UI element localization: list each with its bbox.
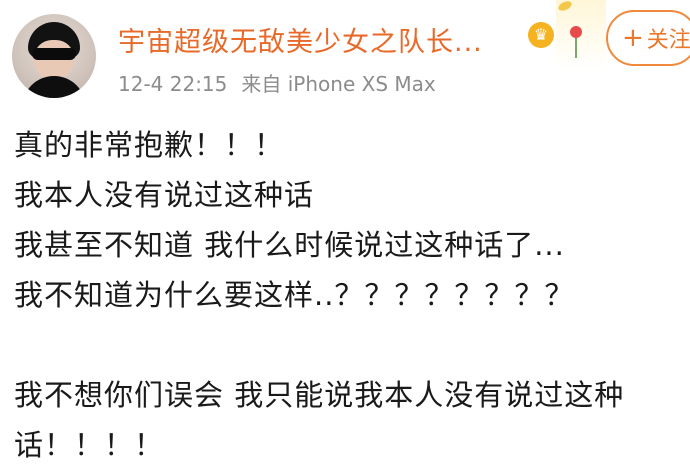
plus-icon: +	[622, 23, 644, 53]
username[interactable]: 宇宙超级无敌美少女之队长...	[118, 20, 483, 59]
post-text-line: 真的非常抱歉！！！	[14, 128, 285, 162]
post-text-line: 我不知道为什么要这样..？？？？？？？？	[14, 278, 575, 312]
crown-badge-icon[interactable]: ♛	[528, 22, 554, 48]
post-header: 宇宙超级无敌美少女之队长... ♛ + 关注 12-4 22:15 来自 iPho…	[0, 0, 690, 100]
post-source: 来自 iPhone XS Max	[241, 72, 436, 96]
flower-decoration-icon	[556, 0, 606, 70]
post-text-line: 话！！！！	[14, 428, 165, 462]
post-meta: 12-4 22:15 来自 iPhone XS Max	[118, 68, 436, 97]
avatar[interactable]	[12, 14, 96, 98]
follow-label: 关注	[646, 28, 690, 53]
timestamp: 12-4 22:15	[118, 72, 228, 96]
post-text-line: 我不想你们误会 我只能说我本人没有说过这种	[14, 378, 625, 412]
follow-button[interactable]: + 关注	[606, 10, 690, 66]
post-body: 真的非常抱歉！！！ 我本人没有说过这种话 我甚至不知道 我什么时候说过这种话了.…	[14, 120, 690, 470]
post-text-line: 我本人没有说过这种话	[14, 178, 315, 212]
post-text-line: 我甚至不知道 我什么时候说过这种话了...	[14, 228, 565, 262]
